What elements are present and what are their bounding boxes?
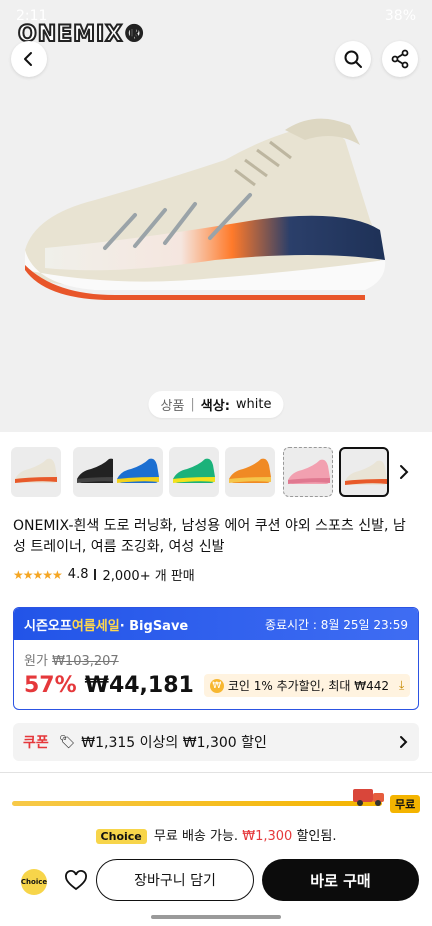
sale-box: 시즌오프여름세일· BigSave 종료시간 : 8월 25일 23:59 원가… bbox=[13, 607, 419, 710]
status-battery: 38% bbox=[384, 8, 416, 24]
choice-badge: Choice bbox=[95, 829, 147, 844]
discount-percent: 57% bbox=[24, 673, 77, 698]
search-icon bbox=[344, 50, 362, 68]
download-icon: ⤓ bbox=[399, 678, 405, 692]
coin-discount-pill[interactable]: ₩ 코인 1% 추가할인, 최대 ₩442 ⤓ bbox=[203, 674, 411, 697]
chevron-left-icon bbox=[24, 52, 32, 66]
heart-icon[interactable] bbox=[64, 869, 88, 893]
bottom-action-panel: 무료 Choice 무료 배송 가능. ₩1,300 할인됨. Choice 장… bbox=[0, 772, 432, 926]
product-page: 2:11 38% ONEMIX® 상품 | 색상: white ONEMIX-흰… bbox=[0, 0, 432, 926]
divider bbox=[94, 569, 97, 580]
chevron-right-icon bbox=[400, 736, 408, 748]
add-to-cart-button[interactable]: 장바구니 담기 bbox=[96, 859, 254, 901]
home-indicator[interactable] bbox=[151, 915, 281, 919]
free-shipping-progress bbox=[12, 801, 382, 806]
original-price: 원가 ₩103,207 bbox=[24, 654, 119, 669]
variant-thumb-6[interactable] bbox=[283, 447, 333, 497]
back-button[interactable] bbox=[11, 41, 47, 77]
variant-thumb-3[interactable] bbox=[113, 447, 163, 497]
thumb-shoe-image bbox=[288, 459, 330, 484]
variant-thumb-5[interactable] bbox=[225, 447, 275, 497]
color-value: white bbox=[235, 397, 272, 412]
product-title[interactable]: ONEMIX-흰색 도로 러닝화, 남성용 에어 쿠션 야외 스포츠 신발, 남… bbox=[13, 516, 418, 558]
buy-now-button[interactable]: 바로 구매 bbox=[262, 859, 419, 901]
share-button[interactable] bbox=[382, 41, 418, 77]
coupon-text: ₩1,315 이상의 ₩1,300 할인 bbox=[81, 735, 267, 751]
coupon-row[interactable]: 쿠폰 🏷 ₩1,315 이상의 ₩1,300 할인 bbox=[13, 723, 419, 761]
sale-end-time: 종료시간 : 8월 25일 23:59 bbox=[264, 617, 408, 632]
product-image-area[interactable]: 2:11 38% ONEMIX® 상품 | 색상: white bbox=[0, 0, 432, 432]
share-icon bbox=[391, 49, 409, 69]
image-pill-label: 상품 bbox=[160, 399, 185, 414]
variant-thumbnails bbox=[11, 443, 421, 499]
free-shipping-badge: 무료 bbox=[390, 795, 421, 813]
thumb-shoe-image bbox=[345, 460, 387, 485]
variant-thumb-4[interactable] bbox=[169, 447, 219, 497]
sale-event-name: 시즌오프여름세일· BigSave bbox=[24, 618, 189, 634]
chevron-right-icon[interactable] bbox=[397, 463, 411, 481]
sale-header: 시즌오프여름세일· BigSave 종료시간 : 8월 25일 23:59 bbox=[14, 608, 418, 640]
truck-icon bbox=[353, 789, 384, 806]
thumb-shoe-image bbox=[229, 458, 271, 483]
coupon-label: 쿠폰 bbox=[23, 735, 49, 751]
rating-row[interactable]: ★★★★★ 4.8 2,000+ 개 판매 bbox=[13, 565, 195, 584]
shoe-image bbox=[25, 118, 386, 300]
rating-stars-icon: ★★★★★ bbox=[13, 567, 63, 582]
thumb-shoe-image bbox=[15, 458, 57, 483]
divider: | bbox=[190, 397, 195, 412]
action-buttons: Choice 장바구니 담기 바로 구매 bbox=[0, 859, 432, 903]
thumb-shoe-image bbox=[117, 458, 159, 483]
variant-thumb-7-selected[interactable] bbox=[339, 447, 389, 497]
shipping-message: Choice 무료 배송 가능. ₩1,300 할인됨. bbox=[0, 825, 432, 844]
thumb-shoe-image bbox=[173, 458, 215, 483]
sold-count: 2,000+ 개 판매 bbox=[102, 569, 195, 584]
coin-icon: ₩ bbox=[209, 678, 224, 693]
sale-price: ₩44,181 bbox=[84, 673, 194, 698]
image-info-pill[interactable]: 상품 | 색상: white bbox=[148, 391, 284, 418]
variant-thumb-1[interactable] bbox=[11, 447, 61, 497]
coin-discount-text: 코인 1% 추가할인, 최대 ₩442 bbox=[227, 679, 390, 693]
search-button[interactable] bbox=[335, 41, 371, 77]
color-label: 색상: bbox=[200, 399, 230, 414]
choice-store-icon[interactable]: Choice bbox=[21, 869, 47, 895]
tag-icon: 🏷 bbox=[58, 734, 76, 750]
rating-value: 4.8 bbox=[67, 567, 89, 582]
